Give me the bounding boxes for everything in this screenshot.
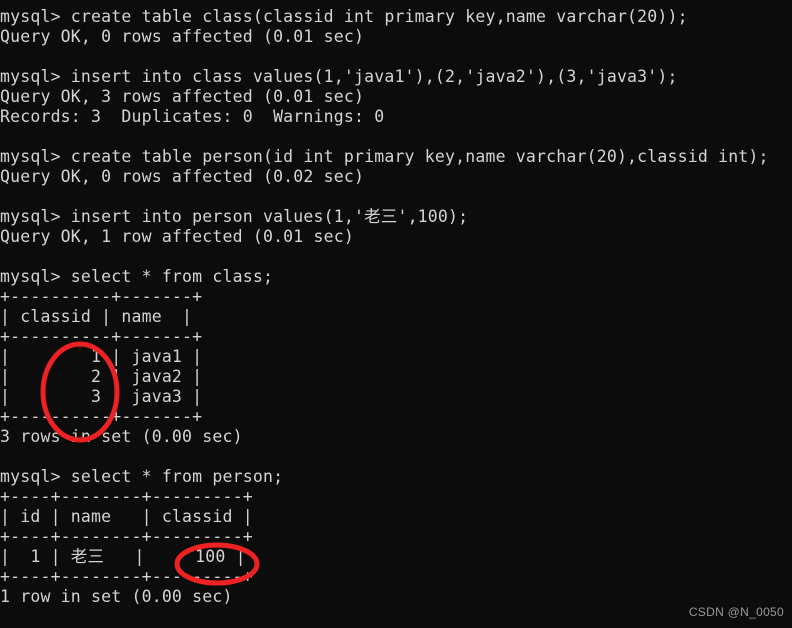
table-border-mid-person: +----+--------+---------+ [0, 527, 253, 546]
table-border-top-person: +----+--------+---------+ [0, 487, 253, 506]
table-header-class: | classid | name | [0, 307, 193, 326]
console-line: Query OK, 1 row affected (0.01 sec) [0, 227, 354, 246]
table-row: | 2 | java2 | [0, 367, 203, 386]
console-output[interactable]: mysql> create table class(classid int pr… [0, 0, 792, 607]
console-line: mysql> create table class(classid int pr… [0, 7, 688, 26]
table-header-person: | id | name | classid | [0, 507, 253, 526]
console-line-blank [0, 47, 792, 67]
console-line: Records: 3 Duplicates: 0 Warnings: 0 [0, 107, 385, 126]
table-border-top-class: +----------+-------+ [0, 287, 203, 306]
console-line: 3 rows in set (0.00 sec) [0, 427, 243, 446]
console-line-blank [0, 127, 792, 147]
console-line: 1 row in set (0.00 sec) [0, 587, 233, 606]
table-row: | 1 | 老三 | 100 | [0, 547, 246, 566]
console-line: mysql> create table person(id int primar… [0, 147, 769, 166]
table-border-bottom-person: +----+--------+---------+ [0, 567, 253, 586]
table-row: | 3 | java3 | [0, 387, 203, 406]
console-line: mysql> select * from class; [0, 267, 274, 286]
table-row: | 1 | java1 | [0, 347, 203, 366]
console-line-blank [0, 447, 792, 467]
console-line: mysql> select * from person; [0, 467, 284, 486]
console-line: Query OK, 0 rows affected (0.01 sec) [0, 27, 365, 46]
csdn-watermark: CSDN @N_0050 [688, 605, 784, 619]
mysql-terminal-window[interactable]: mysql> create table class(classid int pr… [0, 0, 792, 628]
console-line: mysql> insert into class values(1,'java1… [0, 67, 678, 86]
console-line: mysql> insert into person values(1,'老三',… [0, 207, 469, 226]
console-line: Query OK, 0 rows affected (0.02 sec) [0, 167, 365, 186]
table-border-bottom-class: +----------+-------+ [0, 407, 203, 426]
console-line-blank [0, 187, 792, 207]
table-border-mid-class: +----------+-------+ [0, 327, 203, 346]
console-line-blank [0, 247, 792, 267]
console-line: Query OK, 3 rows affected (0.01 sec) [0, 87, 365, 106]
